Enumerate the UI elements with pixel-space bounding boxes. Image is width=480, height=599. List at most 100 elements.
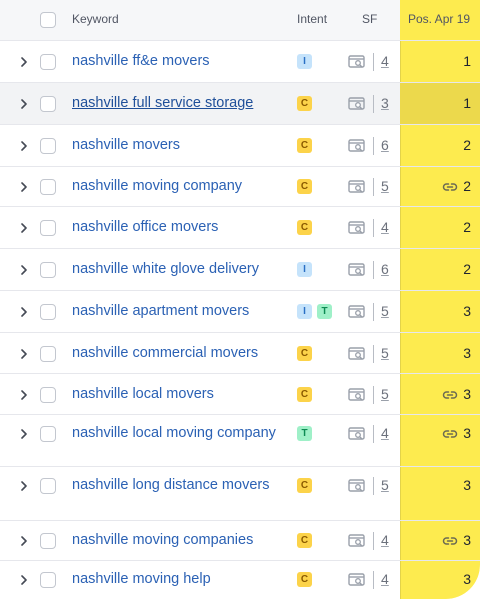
keyword-link[interactable]: nashville full service storage bbox=[72, 95, 287, 112]
sf-count-link[interactable]: 4 bbox=[381, 219, 389, 235]
intent-badge[interactable]: C bbox=[297, 96, 312, 111]
serp-features-icon[interactable] bbox=[348, 221, 366, 235]
intent-badge[interactable]: C bbox=[297, 533, 312, 548]
sf-count-link[interactable]: 5 bbox=[381, 345, 389, 361]
intent-badge[interactable]: C bbox=[297, 572, 312, 587]
intent-badge[interactable]: T bbox=[297, 426, 312, 441]
serp-features-icon[interactable] bbox=[348, 534, 366, 548]
table-row[interactable]: nashville office movers C 4 2 bbox=[0, 207, 480, 249]
table-row[interactable]: nashville apartment movers I T 5 3 bbox=[0, 291, 480, 333]
sf-column-header[interactable]: SF bbox=[362, 12, 377, 26]
keyword-link[interactable]: nashville office movers bbox=[72, 219, 287, 236]
keyword-link[interactable]: nashville white glove delivery bbox=[72, 261, 287, 278]
table-row[interactable]: nashville moving companies C 4 3 bbox=[0, 521, 480, 561]
keyword-link[interactable]: nashville local moving company bbox=[72, 425, 287, 442]
keyword-link[interactable]: nashville moving company bbox=[72, 178, 287, 195]
keyword-link[interactable]: nashville moving companies bbox=[72, 532, 287, 549]
row-checkbox[interactable] bbox=[40, 426, 56, 442]
table-row[interactable]: nashville commercial movers C 5 3 bbox=[0, 333, 480, 374]
sf-count-link[interactable]: 4 bbox=[381, 425, 389, 441]
row-checkbox[interactable] bbox=[40, 478, 56, 494]
chevron-right-icon[interactable] bbox=[19, 390, 29, 400]
chevron-right-icon[interactable] bbox=[19, 307, 29, 317]
chevron-right-icon[interactable] bbox=[19, 481, 29, 491]
intent-badge[interactable]: I bbox=[297, 304, 312, 319]
table-row[interactable]: nashville moving help C 4 3 bbox=[0, 561, 480, 599]
row-checkbox[interactable] bbox=[40, 138, 56, 154]
intent-badge[interactable]: I bbox=[297, 54, 312, 69]
sf-count-link[interactable]: 3 bbox=[381, 95, 389, 111]
serp-features-icon[interactable] bbox=[348, 347, 366, 361]
keyword-link[interactable]: nashville local movers bbox=[72, 386, 287, 403]
link-icon bbox=[442, 183, 458, 191]
sf-count-link[interactable]: 4 bbox=[381, 53, 389, 69]
table-row[interactable]: nashville white glove delivery I 6 2 bbox=[0, 249, 480, 291]
keyword-link[interactable]: nashville apartment movers bbox=[72, 303, 287, 320]
position-column-header[interactable]: Pos. Apr 19 bbox=[408, 12, 470, 26]
serp-features-icon[interactable] bbox=[348, 97, 366, 111]
row-checkbox[interactable] bbox=[40, 54, 56, 70]
chevron-right-icon[interactable] bbox=[19, 575, 29, 585]
keyword-link[interactable]: nashville moving help bbox=[72, 571, 287, 588]
intent-column-header[interactable]: Intent bbox=[297, 12, 327, 26]
row-checkbox[interactable] bbox=[40, 572, 56, 588]
table-row[interactable]: nashville full service storage C 3 1 bbox=[0, 83, 480, 125]
intent-badge[interactable]: T bbox=[317, 304, 332, 319]
sf-count-link[interactable]: 5 bbox=[381, 178, 389, 194]
sf-count-link[interactable]: 4 bbox=[381, 532, 389, 548]
row-checkbox[interactable] bbox=[40, 220, 56, 236]
chevron-right-icon[interactable] bbox=[19, 349, 29, 359]
chevron-right-icon[interactable] bbox=[19, 57, 29, 67]
intent-badge[interactable]: C bbox=[297, 179, 312, 194]
keyword-link[interactable]: nashville movers bbox=[72, 137, 287, 154]
chevron-right-icon[interactable] bbox=[19, 141, 29, 151]
table-row[interactable]: nashville local movers C 5 3 bbox=[0, 374, 480, 415]
serp-features-icon[interactable] bbox=[348, 427, 366, 441]
table-row[interactable]: nashville local moving company T 4 3 bbox=[0, 415, 480, 467]
sf-count-link[interactable]: 5 bbox=[381, 477, 389, 493]
sf-divider bbox=[373, 425, 374, 443]
chevron-right-icon[interactable] bbox=[19, 182, 29, 192]
sf-divider bbox=[373, 219, 374, 237]
sf-count-link[interactable]: 5 bbox=[381, 303, 389, 319]
serp-features-icon[interactable] bbox=[348, 55, 366, 69]
serp-features-icon[interactable] bbox=[348, 139, 366, 153]
table-row[interactable]: nashville ff&e movers I 4 1 bbox=[0, 41, 480, 83]
row-checkbox[interactable] bbox=[40, 387, 56, 403]
table-row[interactable]: nashville moving company C 5 2 bbox=[0, 167, 480, 207]
intent-badge[interactable]: C bbox=[297, 478, 312, 493]
intent-badge[interactable]: C bbox=[297, 138, 312, 153]
chevron-right-icon[interactable] bbox=[19, 223, 29, 233]
sf-count-link[interactable]: 4 bbox=[381, 571, 389, 587]
sf-count-link[interactable]: 5 bbox=[381, 386, 389, 402]
chevron-right-icon[interactable] bbox=[19, 429, 29, 439]
intent-badge[interactable]: C bbox=[297, 220, 312, 235]
row-checkbox[interactable] bbox=[40, 533, 56, 549]
keyword-link[interactable]: nashville ff&e movers bbox=[72, 53, 287, 70]
row-checkbox[interactable] bbox=[40, 304, 56, 320]
row-checkbox[interactable] bbox=[40, 346, 56, 362]
serp-features-icon[interactable] bbox=[348, 573, 366, 587]
sf-count-link[interactable]: 6 bbox=[381, 261, 389, 277]
intent-badge[interactable]: C bbox=[297, 387, 312, 402]
sf-count-link[interactable]: 6 bbox=[381, 137, 389, 153]
serp-features-icon[interactable] bbox=[348, 479, 366, 493]
row-checkbox[interactable] bbox=[40, 96, 56, 112]
chevron-right-icon[interactable] bbox=[19, 536, 29, 546]
chevron-right-icon[interactable] bbox=[19, 99, 29, 109]
chevron-right-icon[interactable] bbox=[19, 265, 29, 275]
serp-features-icon[interactable] bbox=[348, 305, 366, 319]
serp-features-icon[interactable] bbox=[348, 180, 366, 194]
keyword-link[interactable]: nashville commercial movers bbox=[72, 345, 287, 362]
table-row[interactable]: nashville movers C 6 2 bbox=[0, 125, 480, 167]
table-row[interactable]: nashville long distance movers C 5 3 bbox=[0, 467, 480, 521]
row-checkbox[interactable] bbox=[40, 262, 56, 278]
keyword-link[interactable]: nashville long distance movers bbox=[72, 477, 287, 494]
keyword-column-header[interactable]: Keyword bbox=[72, 12, 119, 26]
intent-badge[interactable]: I bbox=[297, 262, 312, 277]
serp-features-icon[interactable] bbox=[348, 263, 366, 277]
select-all-checkbox[interactable] bbox=[40, 12, 56, 28]
serp-features-icon[interactable] bbox=[348, 388, 366, 402]
intent-badge[interactable]: C bbox=[297, 346, 312, 361]
row-checkbox[interactable] bbox=[40, 179, 56, 195]
